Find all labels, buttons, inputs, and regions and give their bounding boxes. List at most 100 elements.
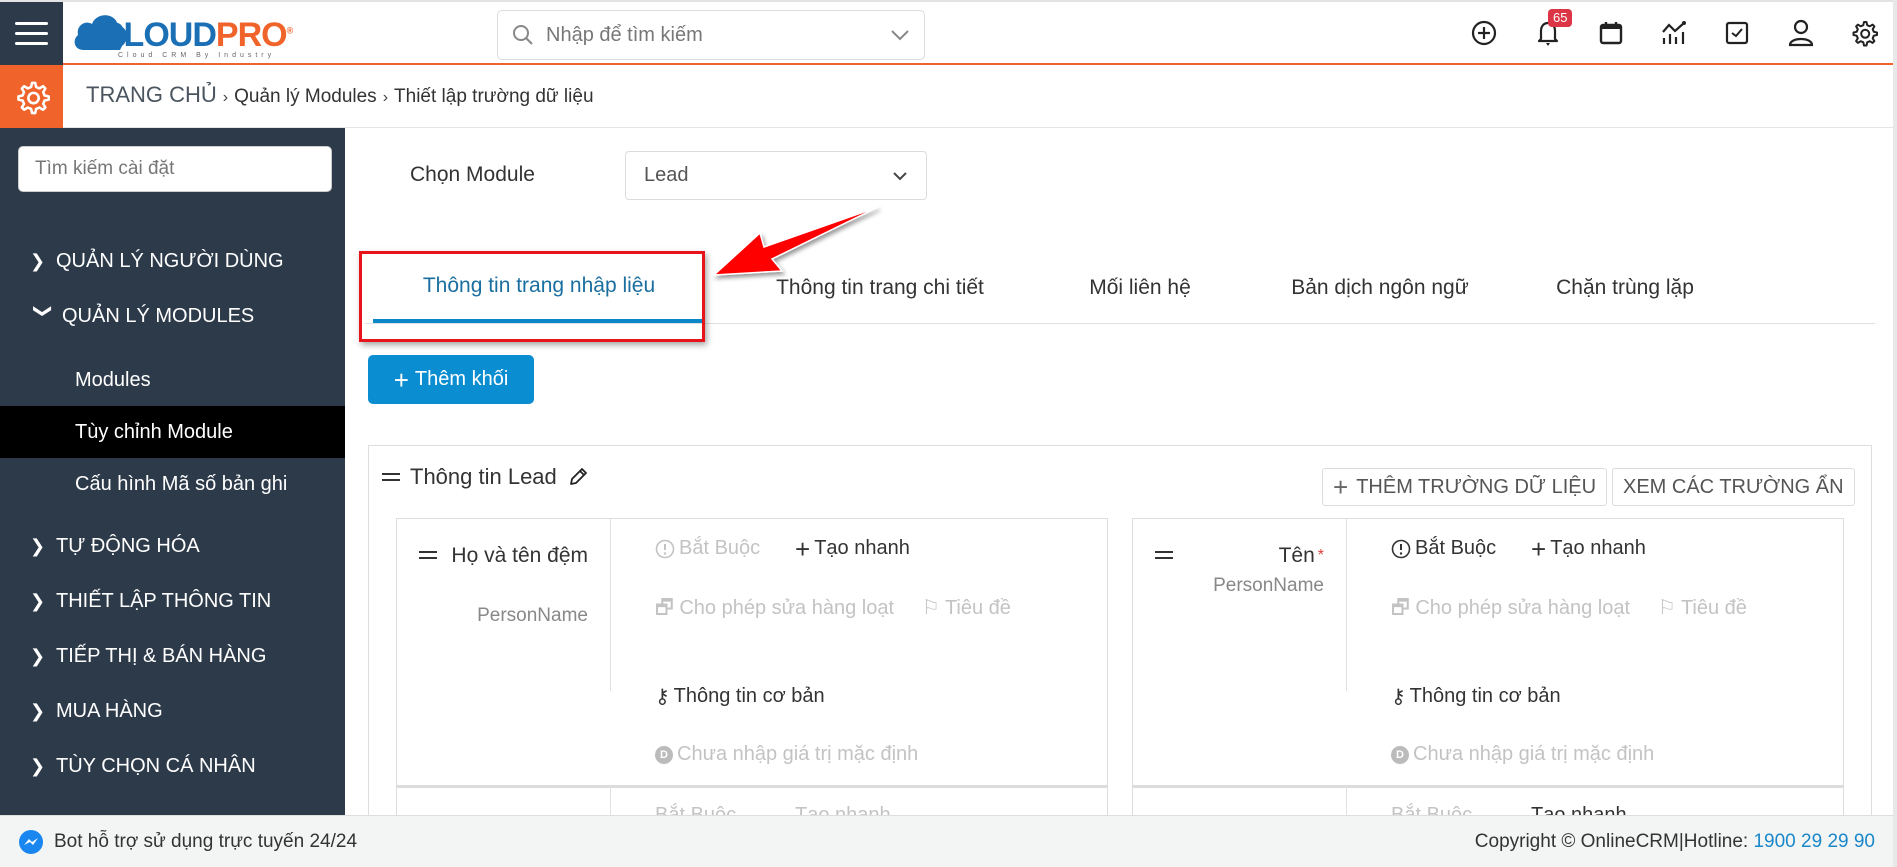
hotline-link[interactable]: 1900 29 29 90 [1753,831,1875,852]
checkbox-icon [1725,21,1749,45]
sidebar-item-label: Tùy chỉnh Module [75,420,233,443]
breadcrumb-bar: TRANG CHỦ › Quản lý Modules › Thiết lập … [0,65,1893,128]
support-bot-link[interactable]: Bot hỗ trợ sử dụng trực tuyến 24/24 [18,829,357,855]
breadcrumb-separator-icon: › [382,89,389,106]
user-icon [1788,19,1814,47]
quick-create-label: Tạo nhanh [795,804,891,815]
pencil-icon[interactable] [567,466,589,488]
tab-label: Thông tin trang nhập liệu [422,274,656,297]
flag-icon: ⚐ [1657,597,1676,619]
field-name-column [397,786,611,815]
header-label: Tiêu đề [944,597,1011,619]
tab-detail-page-info[interactable]: Thông tin trang chi tiết [745,253,1015,323]
module-select[interactable]: Lead [625,151,927,200]
key-field-toggle[interactable]: ⚷ Thông tin cơ bản [1391,684,1561,709]
add-new-button[interactable] [1469,18,1499,48]
add-block-button[interactable]: + Thêm khối [368,355,534,404]
default-value-label: Chưa nhập giá trị mặc định [1413,743,1655,765]
view-hidden-fields-button[interactable]: XEM CÁC TRƯỜNG ẨN [1612,468,1855,506]
mandatory-toggle[interactable]: Bắt Buộc [655,537,760,560]
messenger-icon [19,829,43,854]
sidebar-group-module-management[interactable]: ❯ QUẢN LÝ MODULES [0,292,345,340]
sidebar-group-purchasing[interactable]: ❯ MUA HÀNG [0,687,345,735]
tab-duplicate-prevention[interactable]: Chặn trùng lặp [1525,253,1725,323]
hamburger-line [15,42,48,45]
mandatory-toggle[interactable]: Bắt Buộc [655,804,736,815]
key-field-label: Thông tin cơ bản [673,685,825,707]
sidebar-group-marketing-sales[interactable]: ❯ TIẾP THỊ & BÁN HÀNG [0,632,345,680]
field-card: Tên * PersonName Bắt Buộc + Tạo nhanh 🗗 C… [1132,518,1844,788]
sidebar-item-modules[interactable]: Modules [0,354,345,406]
quick-create-toggle[interactable]: Tạo nhanh [1531,804,1627,815]
user-profile-button[interactable] [1786,18,1816,48]
sidebar-item-label: Modules [75,368,151,391]
calendar-icon [1599,22,1623,45]
copyright-text: Copyright © OnlineCRM|Hotline: [1474,830,1754,852]
hamburger-line [15,22,48,25]
reports-button[interactable] [1659,18,1689,48]
quick-create-toggle[interactable]: + Tạo nhanh [1531,533,1646,564]
key-field-toggle[interactable]: ⚷ Thông tin cơ bản [655,684,825,709]
sidebar-group-automation[interactable]: ❯ TỰ ĐỘNG HÓA [0,522,345,570]
mandatory-toggle[interactable]: Bắt Buộc [1391,537,1496,560]
drag-handle-icon[interactable] [382,471,400,483]
sidebar-group-personal-options[interactable]: ❯ TÙY CHỌN CÁ NHÂN [0,742,345,790]
tasks-button[interactable] [1722,18,1752,48]
global-search-input[interactable]: Nhập để tìm kiếm [497,10,925,60]
notification-count-badge: 65 [1548,9,1573,27]
sidebar-group-label: THIẾT LẬP THÔNG TIN [56,589,272,612]
logo[interactable]: CLOUDPRO® Cloud CRM By Industry [72,8,297,60]
field-type: PersonName [1213,575,1324,596]
drag-handle-icon[interactable] [419,549,437,561]
plus-circle-icon [1471,20,1497,46]
sidebar-group-label: QUẢN LÝ MODULES [62,304,255,327]
sidebar-group-user-management[interactable]: ❯ QUẢN LÝ NGƯỜI DÙNG [0,237,345,285]
choose-module-label: Chọn Module [410,163,535,186]
settings-home-button[interactable] [0,65,63,128]
chevron-down-icon[interactable] [890,29,910,41]
settings-button[interactable] [1849,18,1879,48]
sidebar-item-customize-module[interactable]: Tùy chỉnh Module [0,406,345,458]
quick-create-toggle[interactable]: + Tạo nhanh [795,536,910,562]
plus-icon: + [1531,533,1547,564]
mass-edit-and-header-toggles[interactable]: 🗗 Cho phép sửa hàng loạt ⚐ Tiêu đề [1391,594,1771,622]
tab-translations[interactable]: Bản dịch ngôn ngữ [1265,253,1495,323]
logo-cloud-text: CLOUD [100,16,217,54]
calendar-button[interactable] [1596,18,1626,48]
settings-search-input[interactable]: Tìm kiếm cài đặt [18,146,332,192]
drag-handle-icon[interactable] [1155,549,1173,561]
add-field-label: THÊM TRƯỜNG DỮ LIỆU [1356,475,1597,498]
quick-create-label: Tạo nhanh [1550,537,1646,559]
field-card-partial: Bắt Buộc Tạo nhanh [396,786,1108,815]
default-value-label: Chưa nhập giá trị mặc định [677,743,919,765]
quick-create-toggle[interactable]: Tạo nhanh [795,804,891,815]
default-value-icon: D [655,745,673,764]
sidebar-group-label: QUẢN LÝ NGƯỜI DÙNG [56,249,284,272]
flag-icon: ⚐ [921,597,940,619]
block-title: Thông tin Lead [410,464,557,489]
chart-icon [1662,21,1686,44]
exclamation-circle-icon [1391,539,1411,558]
chevron-down-icon [893,171,907,180]
breadcrumb-modules-link[interactable]: Quản lý Modules [234,86,377,108]
mandatory-label: Bắt Buộc [1415,537,1497,559]
mass-edit-icon: 🗗 [655,597,674,619]
field-type: PersonName [477,605,588,626]
page-scrollbar[interactable] [1893,0,1897,867]
breadcrumb-home-link[interactable]: TRANG CHỦ [86,82,217,108]
mandatory-toggle[interactable]: Bắt Buộc [1391,804,1472,815]
default-value-toggle[interactable]: D Chưa nhập giá trị mặc định [1391,743,1654,766]
mass-edit-and-header-toggles[interactable]: 🗗 Cho phép sửa hàng loạt ⚐ Tiêu đề [655,594,1035,622]
sidebar-group-info-setup[interactable]: ❯ THIẾT LẬP THÔNG TIN [0,577,345,625]
tab-entry-page-info[interactable]: Thông tin trang nhập liệu [373,253,705,323]
gear-icon [16,81,50,114]
chevron-right-icon: ❯ [30,645,46,666]
tab-relationships[interactable]: Mối liên hệ [1055,253,1225,323]
mass-edit-label: Cho phép sửa hàng loạt [679,597,895,619]
default-value-toggle[interactable]: D Chưa nhập giá trị mặc định [655,743,918,766]
add-field-button[interactable]: + THÊM TRƯỜNG DỮ LIỆU [1322,468,1608,506]
mandatory-label: Bắt Buộc [655,804,737,815]
hamburger-menu-button[interactable] [0,2,63,65]
sidebar-item-record-number-config[interactable]: Cấu hình Mã số bản ghi [0,458,345,510]
tab-label: Chặn trùng lặp [1556,276,1694,299]
